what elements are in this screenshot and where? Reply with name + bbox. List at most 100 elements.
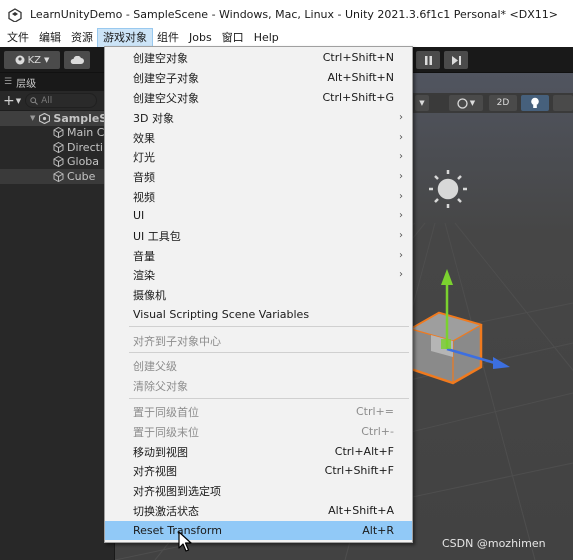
menu-item-label: 音量 xyxy=(133,249,155,263)
cloud-icon xyxy=(70,55,84,64)
hierarchy-item-cube[interactable]: Cube xyxy=(0,169,114,184)
account-icon xyxy=(15,55,25,65)
menu-separator xyxy=(129,326,409,327)
window-title: LearnUnityDemo - SampleScene - Windows, … xyxy=(30,8,558,21)
menu-item-label: UI xyxy=(133,209,145,222)
menu-item-reset-transform[interactable]: Reset Transform Alt+R xyxy=(105,521,412,540)
menu-item-light[interactable]: 灯光 › xyxy=(105,147,412,166)
menu-component[interactable]: 组件 xyxy=(152,29,184,47)
step-button[interactable] xyxy=(444,51,468,69)
menu-bar: 文件 编辑 资源 游戏对象 组件 Jobs 窗口 Help xyxy=(0,28,573,48)
menu-item-shortcut: Alt+Shift+A xyxy=(328,504,394,517)
submenu-arrow-icon: › xyxy=(399,151,403,162)
menu-item-label: 灯光 xyxy=(133,150,155,164)
add-object-button[interactable]: + ▼ xyxy=(3,94,21,108)
hierarchy-tab-label: 层级 xyxy=(16,78,37,90)
menu-item-audio[interactable]: 音频 › xyxy=(105,167,412,186)
menu-item-label: 置于同级首位 xyxy=(133,405,199,419)
menu-item-ui-toolkit[interactable]: UI 工具包 › xyxy=(105,226,412,245)
menu-item-3d-object[interactable]: 3D 对象 › xyxy=(105,108,412,127)
hierarchy-item-main-camera[interactable]: Main C xyxy=(0,126,114,141)
unity-logo-icon xyxy=(8,7,22,22)
menu-item-label: 渲染 xyxy=(133,268,155,282)
menu-item-shortcut: Ctrl+Alt+F xyxy=(334,445,394,458)
menu-item-label: Visual Scripting Scene Variables xyxy=(133,308,310,321)
menu-item-set-as-last-sibling[interactable]: 置于同级末位 Ctrl+- xyxy=(105,422,412,441)
menu-jobs[interactable]: Jobs xyxy=(184,29,217,47)
submenu-arrow-icon: › xyxy=(399,269,403,280)
menu-item-clear-parent[interactable]: 清除父对象 xyxy=(105,376,412,395)
menu-item-shortcut: Ctrl+Shift+G xyxy=(322,91,394,104)
menu-item-label: UI 工具包 xyxy=(133,229,181,243)
submenu-arrow-icon: › xyxy=(399,210,403,221)
menu-item-label: 创建空对象 xyxy=(133,51,188,65)
cube-icon xyxy=(53,170,64,182)
menu-item-label: 对齐视图到选定项 xyxy=(133,484,221,498)
submenu-arrow-icon: › xyxy=(399,230,403,241)
chevron-down-icon: ▼ xyxy=(44,56,50,64)
menu-item-label: 摄像机 xyxy=(133,288,166,302)
menu-assets[interactable]: 资源 xyxy=(66,29,98,47)
menu-item-make-parent[interactable]: 创建父级 xyxy=(105,356,412,375)
scene-row[interactable]: ▼ SampleS xyxy=(0,111,114,126)
scene-name: SampleS xyxy=(53,111,108,125)
menu-item-label: 3D 对象 xyxy=(133,111,174,125)
cloud-button[interactable] xyxy=(64,51,90,69)
menu-item-effects[interactable]: 效果 › xyxy=(105,128,412,147)
menu-item-create-empty-parent[interactable]: 创建空父对象 Ctrl+Shift+G xyxy=(105,88,412,107)
menu-item-label: 对齐到子对象中心 xyxy=(133,334,221,348)
menu-item-volume[interactable]: 音量 › xyxy=(105,246,412,265)
menu-item-ui[interactable]: UI › xyxy=(105,206,412,225)
menu-item-shortcut: Ctrl+= xyxy=(355,405,394,418)
menu-item-visual-scripting-scene-variables[interactable]: Visual Scripting Scene Variables xyxy=(105,305,412,324)
gameobject-menu: 创建空对象 Ctrl+Shift+N 创建空子对象 Alt+Shift+N 创建… xyxy=(104,46,413,543)
menu-separator xyxy=(129,398,409,399)
menu-item-set-as-first-sibling[interactable]: 置于同级首位 Ctrl+= xyxy=(105,402,412,421)
menu-item-label: 视频 xyxy=(133,190,155,204)
menu-item-align-with-view[interactable]: 对齐视图 Ctrl+Shift+F xyxy=(105,461,412,480)
menu-gameobject[interactable]: 游戏对象 xyxy=(97,28,153,48)
hierarchy-item-directional-light[interactable]: Directi xyxy=(0,140,114,155)
submenu-arrow-icon: › xyxy=(399,171,403,182)
menu-item-shortcut: Alt+Shift+N xyxy=(327,71,394,84)
menu-item-create-empty[interactable]: 创建空对象 Ctrl+Shift+N xyxy=(105,48,412,67)
cube-icon xyxy=(53,141,64,153)
submenu-arrow-icon: › xyxy=(399,112,403,123)
menu-item-toggle-active-state[interactable]: 切换激活状态 Alt+Shift+A xyxy=(105,501,412,520)
menu-edit[interactable]: 编辑 xyxy=(34,29,66,47)
account-label: KZ xyxy=(27,54,42,66)
watermark-text: CSDN @mozhimen xyxy=(442,537,546,550)
menu-item-label: 创建父级 xyxy=(133,359,177,373)
submenu-arrow-icon: › xyxy=(399,191,403,202)
menu-item-center-on-children[interactable]: 对齐到子对象中心 xyxy=(105,331,412,350)
hierarchy-item-label: Globa xyxy=(67,155,100,169)
list-icon: ☰ xyxy=(4,77,13,87)
plus-icon: + xyxy=(3,92,15,109)
menu-item-align-view-to-selected[interactable]: 对齐视图到选定项 xyxy=(105,481,412,500)
menu-item-camera[interactable]: 摄像机 xyxy=(105,285,412,304)
menu-file[interactable]: 文件 xyxy=(2,29,34,47)
menu-item-video[interactable]: 视频 › xyxy=(105,187,412,206)
menu-item-shortcut: Alt+R xyxy=(362,524,394,537)
menu-help[interactable]: Help xyxy=(249,29,284,47)
menu-item-move-to-view[interactable]: 移动到视图 Ctrl+Alt+F xyxy=(105,442,412,461)
menu-item-rendering[interactable]: 渲染 › xyxy=(105,265,412,284)
hierarchy-item-global-volume[interactable]: Globa xyxy=(0,155,114,170)
hierarchy-panel: ☰ 层级 + ▼ All ▼ SampleS Main C Directi Glo… xyxy=(0,73,115,560)
account-button[interactable]: KZ ▼ xyxy=(4,51,60,69)
step-icon xyxy=(451,55,461,65)
hierarchy-tab[interactable]: ☰ 层级 xyxy=(0,73,114,91)
menu-item-create-empty-child[interactable]: 创建空子对象 Alt+Shift+N xyxy=(105,68,412,87)
search-placeholder: All xyxy=(41,95,53,106)
menu-item-label: 移动到视图 xyxy=(133,445,188,459)
menu-item-shortcut: Ctrl+Shift+N xyxy=(322,51,394,64)
menu-separator xyxy=(129,352,409,353)
hierarchy-item-label: Cube xyxy=(67,169,96,183)
menu-item-label: 音频 xyxy=(133,170,155,184)
title-bar: LearnUnityDemo - SampleScene - Windows, … xyxy=(0,0,573,29)
menu-window[interactable]: 窗口 xyxy=(217,29,249,47)
menu-item-label: 创建空子对象 xyxy=(133,71,199,85)
hierarchy-search-input[interactable]: All xyxy=(25,93,98,108)
submenu-arrow-icon: › xyxy=(399,132,403,143)
pause-button[interactable] xyxy=(416,51,440,69)
